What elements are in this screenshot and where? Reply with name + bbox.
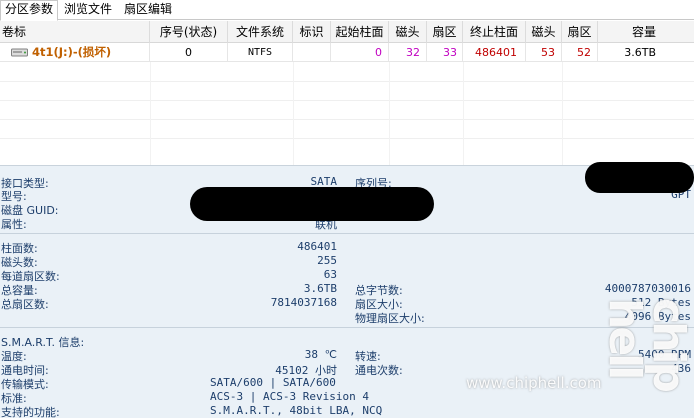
tab-sector-editor[interactable]: 扇区编辑 (120, 1, 176, 19)
grid-line (389, 62, 390, 165)
sectors-per-track-value: 63 (323, 268, 337, 281)
section-divider (0, 233, 694, 234)
partition-capacity: 3.6TB (624, 46, 656, 59)
col-header-label[interactable]: 卷标 (0, 21, 150, 43)
physical-sector-size-label: 物理扇区大小: (355, 312, 425, 325)
temperature-value: 38 ℃ (304, 348, 337, 361)
attribute-label: 属性: (1, 218, 27, 231)
partition-end-sector: 52 (562, 43, 598, 62)
table-row[interactable]: 4t1(J:)-(损坏) 0 NTFS 0 32 33 486401 53 52… (0, 43, 694, 62)
partition-start-cylinder: 0 (331, 43, 389, 62)
cylinders-value: 486401 (297, 240, 337, 253)
grid-line (0, 81, 694, 82)
supported-features-label: 支持的功能: (1, 406, 60, 418)
partition-table: 卷标 序号(状态) 文件系统 标识 起始柱面 磁头 扇区 终止柱面 磁头 扇区 … (0, 21, 694, 165)
partition-start-head: 32 (389, 43, 427, 62)
partition-label: 4t1(J:)-(损坏) (32, 43, 150, 62)
table-header: 卷标 序号(状态) 文件系统 标识 起始柱面 磁头 扇区 终止柱面 磁头 扇区 … (0, 21, 694, 43)
total-sectors-value: 7814037168 (270, 296, 337, 309)
col-header-start-sector[interactable]: 扇区 (427, 21, 463, 43)
partition-flag (293, 43, 331, 62)
grid-line (150, 62, 151, 165)
col-header-index[interactable]: 序号(状态) (150, 21, 228, 43)
partition-end-head: 53 (526, 43, 562, 62)
col-header-flag[interactable]: 标识 (293, 21, 331, 43)
power-cycle-count-label: 通电次数: (355, 364, 403, 377)
col-header-filesystem[interactable]: 文件系统 (228, 21, 293, 43)
col-header-capacity[interactable]: 容量 (598, 21, 694, 43)
standard-value: ACS-3 | ACS-3 Revision 4 (210, 390, 369, 403)
transfer-mode-value: SATA/600 | SATA/600 (210, 376, 336, 389)
hard-drive-icon (11, 48, 28, 57)
grid-line (0, 119, 694, 120)
partition-start-sector: 33 (427, 43, 463, 62)
grid-line (293, 62, 294, 165)
total-sectors-label: 总扇区数: (1, 298, 49, 311)
col-header-end-cylinder[interactable]: 终止柱面 (463, 21, 526, 43)
watermark-url: www.chiphell.com (466, 374, 602, 392)
total-bytes-value: 4000787030016 (604, 282, 691, 295)
heads-value: 255 (317, 254, 337, 267)
tab-bar: 分区参数 浏览文件 扇区编辑 (0, 0, 694, 21)
col-header-start-cylinder[interactable]: 起始柱面 (331, 21, 389, 43)
tab-partition-params[interactable]: 分区参数 (0, 0, 59, 21)
grid-line (562, 62, 563, 165)
redaction-mark (190, 187, 434, 221)
supported-features-value: S.M.A.R.T., 48bit LBA, NCQ (210, 404, 383, 417)
col-header-end-sector[interactable]: 扇区 (562, 21, 598, 43)
redaction-mark (585, 162, 694, 193)
partition-filesystem: NTFS (228, 43, 293, 62)
grid-line (0, 100, 694, 101)
partition-index: 0 (150, 43, 228, 62)
grid-line (0, 138, 694, 139)
total-capacity-value: 3.6TB (303, 282, 337, 295)
section-divider (0, 327, 694, 328)
col-header-end-head[interactable]: 磁头 (526, 21, 562, 43)
grid-line (463, 62, 464, 165)
watermark-logo: chip hell (599, 298, 694, 390)
partition-end-cylinder: 486401 (463, 43, 526, 62)
col-header-start-head[interactable]: 磁头 (389, 21, 427, 43)
tab-browse-files[interactable]: 浏览文件 (60, 1, 116, 19)
